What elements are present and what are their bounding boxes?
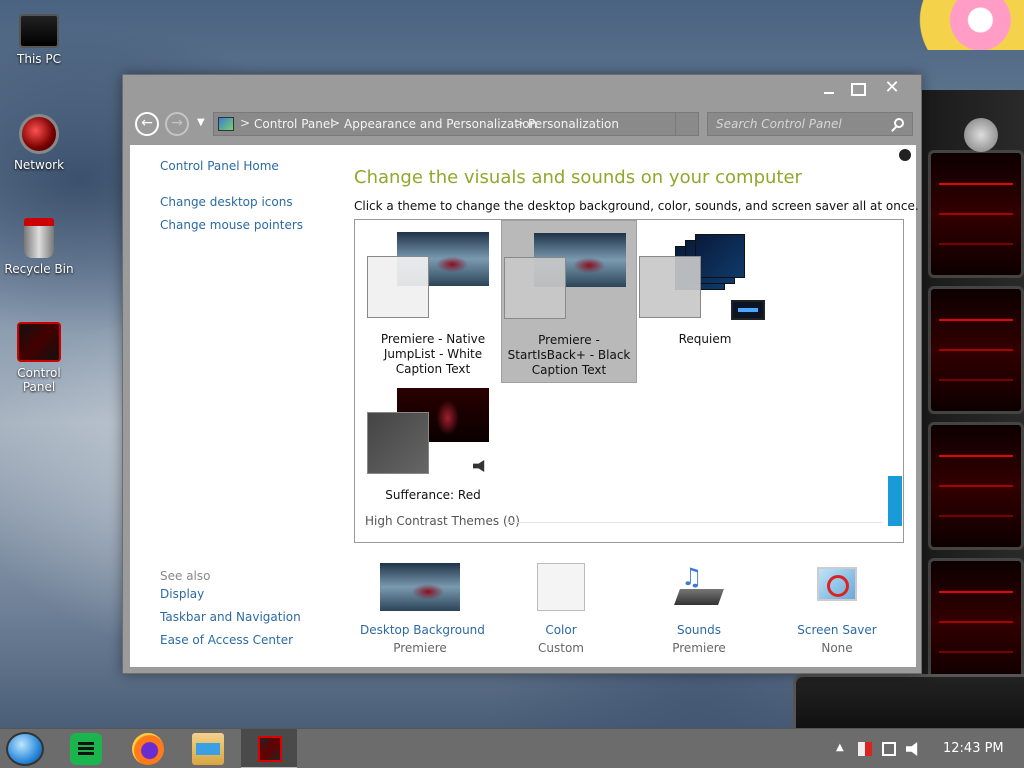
desktop-icon-label: Network (13, 158, 65, 172)
speaker-icon (473, 460, 485, 472)
setting-value: Premiere (393, 641, 447, 655)
setting-value: None (821, 641, 853, 655)
group-divider (507, 522, 883, 523)
skin-slab (928, 286, 1024, 414)
setting-title[interactable]: Sounds (659, 623, 739, 637)
breadcrumb-control-panel[interactable]: Control Panel (254, 117, 334, 131)
back-button[interactable]: ← (135, 112, 159, 136)
theme-name: Sufferance: Red (385, 488, 481, 502)
title-bar[interactable]: ✕ (123, 75, 921, 105)
theme-item[interactable]: Premiere - Native JumpList - White Capti… (365, 220, 501, 381)
theme-thumbnail (502, 233, 636, 327)
show-hidden-icons-chevron-icon[interactable]: ▲ (836, 742, 850, 756)
address-bar[interactable]: > Control Panel > Appearance and Persona… (213, 112, 693, 136)
recycle-bin-icon (24, 218, 54, 258)
color-swatch (537, 563, 585, 611)
ease-of-access-link[interactable]: Ease of Access Center (160, 633, 293, 647)
setting-title[interactable]: Color (521, 623, 601, 637)
desktop-icon-label: This PC (17, 52, 61, 66)
content-pane: Control Panel Home Change desktop icons … (130, 145, 919, 667)
theme-item[interactable]: Requiem (637, 220, 773, 351)
volume-icon[interactable] (906, 742, 918, 756)
screen-saver-icon (813, 563, 861, 611)
change-desktop-icons-link[interactable]: Change desktop icons (160, 195, 293, 209)
skin-slab (928, 150, 1024, 278)
desktop-icon-label: Recycle Bin (4, 262, 74, 276)
action-center-flag-icon[interactable] (858, 742, 872, 756)
start-button[interactable] (6, 732, 44, 766)
change-mouse-pointers-link[interactable]: Change mouse pointers (160, 218, 303, 232)
alienware-logo-icon (964, 118, 998, 152)
desktop-icon-control-panel[interactable]: Control Panel (4, 322, 74, 394)
theme-item-selected[interactable]: Premiere - StartIsBack+ - Black Caption … (501, 220, 637, 383)
setting-title[interactable]: Screen Saver (792, 623, 882, 637)
theme-list: Premiere - Native JumpList - White Capti… (354, 219, 904, 543)
breadcrumb-personalization[interactable]: Personalization (528, 117, 619, 131)
color-setting[interactable]: Color Custom (521, 563, 601, 655)
refresh-button[interactable] (675, 112, 699, 136)
close-button[interactable]: ✕ (877, 77, 907, 99)
search-icon[interactable] (894, 118, 904, 128)
see-also-label: See also (160, 569, 211, 583)
desktop-icon-network[interactable]: Network (4, 114, 74, 172)
skin-bottom-decoration (793, 674, 1024, 728)
page-subtitle: Click a theme to change the desktop back… (354, 199, 919, 213)
skin-slab (928, 558, 1024, 686)
desktop-icon-this-pc[interactable]: This PC (4, 8, 74, 66)
theme-name: Requiem (678, 332, 732, 346)
breadcrumb-separator: > (514, 116, 525, 130)
network-icon (19, 114, 59, 154)
breadcrumb-separator: > (240, 116, 251, 130)
theme-name: Premiere - StartIsBack+ - Black Caption … (507, 333, 631, 377)
theme-item[interactable]: Sufferance: Red (365, 376, 501, 507)
search-input[interactable]: Search Control Panel (707, 112, 913, 136)
theme-thumbnail (637, 232, 773, 326)
breadcrumb-separator: > (330, 116, 341, 130)
spotify-icon[interactable] (70, 733, 102, 765)
control-panel-icon (17, 322, 61, 362)
file-explorer-icon[interactable] (192, 733, 224, 765)
screen-saver-setting[interactable]: Screen Saver None (792, 563, 882, 655)
search-placeholder: Search Control Panel (716, 117, 842, 131)
taskbar-navigation-link[interactable]: Taskbar and Navigation (160, 610, 301, 624)
taskbar: ▲ 12:43 PM (0, 728, 1024, 768)
personalization-window: ✕ ← → ▼ > Control Panel > Appearance and… (122, 74, 922, 674)
firefox-icon[interactable] (132, 733, 164, 765)
theme-name: Premiere - Native JumpList - White Capti… (380, 332, 486, 376)
recent-locations-chevron-icon[interactable]: ▼ (197, 117, 205, 128)
sounds-icon: ♫ (674, 563, 724, 611)
theme-thumbnail (365, 232, 501, 326)
high-contrast-group-header[interactable]: High Contrast Themes (0) (365, 514, 520, 528)
setting-value: Premiere (672, 641, 726, 655)
desktop-icon-recycle-bin[interactable]: Recycle Bin (4, 218, 74, 276)
setting-title[interactable]: Desktop Background (360, 623, 485, 637)
theme-thumbnail (365, 388, 501, 482)
control-panel-icon[interactable] (258, 736, 282, 762)
desktop-background-setting[interactable]: Desktop Background Premiere (360, 563, 485, 655)
computer-icon (19, 14, 59, 48)
page-title: Change the visuals and sounds on your co… (354, 167, 802, 188)
navigation-bar: ← → ▼ > Control Panel > Appearance and P… (123, 107, 923, 141)
help-icon[interactable] (899, 149, 911, 161)
screen-saver-preview-icon (731, 300, 765, 320)
display-link[interactable]: Display (160, 587, 204, 601)
maximize-button[interactable] (841, 77, 871, 99)
breadcrumb-appearance[interactable]: Appearance and Personalization (344, 117, 537, 131)
clock[interactable]: 12:43 PM (943, 741, 1004, 756)
skin-slab (928, 422, 1024, 550)
control-panel-icon (218, 117, 234, 131)
network-icon[interactable] (882, 742, 896, 756)
rainmeter-skin-panel (920, 90, 1024, 728)
anime-character-decoration (915, 0, 1024, 50)
desktop-icon-label: Control Panel (17, 366, 61, 394)
scrollbar-thumb[interactable] (888, 476, 902, 526)
wallpaper-thumbnail (380, 563, 460, 611)
setting-value: Custom (538, 641, 584, 655)
control-panel-home-link[interactable]: Control Panel Home (160, 159, 279, 173)
minimize-button[interactable] (813, 77, 843, 99)
forward-button[interactable]: → (165, 112, 189, 136)
sounds-setting[interactable]: ♫ Sounds Premiere (659, 563, 739, 655)
